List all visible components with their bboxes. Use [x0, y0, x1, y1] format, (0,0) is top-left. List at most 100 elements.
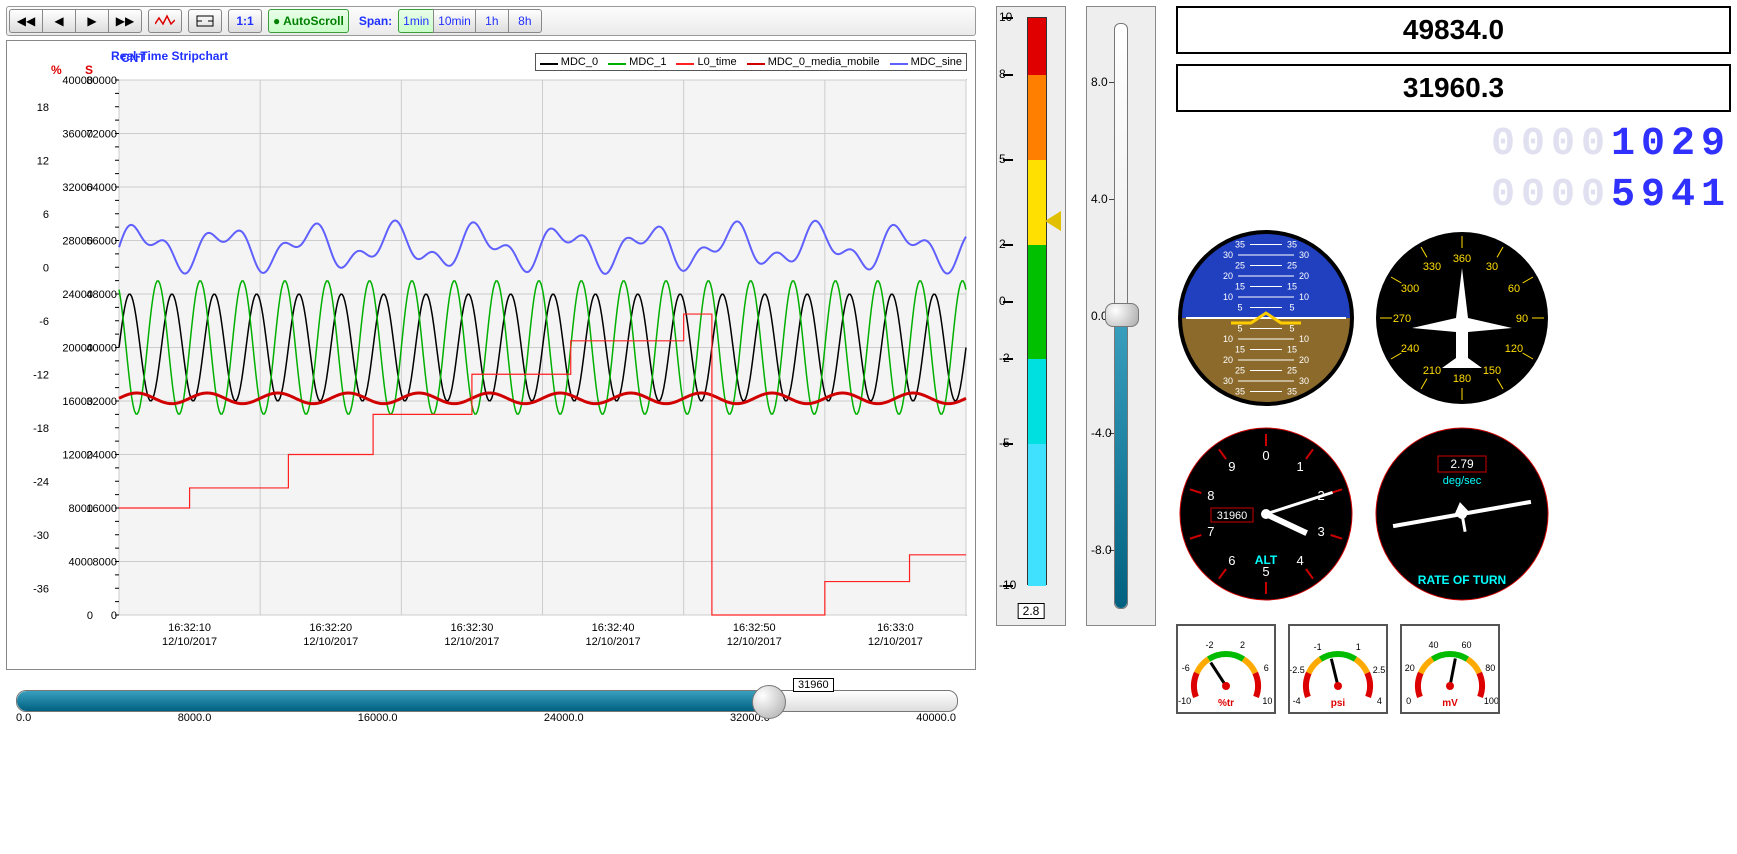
- svg-text:10: 10: [1223, 292, 1233, 302]
- rewind-button[interactable]: ◀: [42, 9, 75, 33]
- svg-text:30: 30: [1223, 376, 1233, 386]
- hslider-value: 31960: [793, 678, 834, 692]
- svg-text:48000: 48000: [86, 289, 117, 301]
- svg-text:72000: 72000: [86, 129, 117, 141]
- svg-text:30: 30: [1223, 250, 1233, 260]
- svg-text:15: 15: [1287, 345, 1297, 355]
- svg-text:5: 5: [1237, 303, 1242, 313]
- svg-text:0: 0: [87, 610, 93, 622]
- svg-text:2.5: 2.5: [1373, 665, 1386, 675]
- svg-text:deg/sec: deg/sec: [1443, 475, 1482, 487]
- vbar-gauge: 108520-2-5-10 2.8: [996, 6, 1066, 626]
- svg-text:-6: -6: [1182, 663, 1190, 673]
- svg-text:5: 5: [1289, 303, 1294, 313]
- svg-text:360: 360: [1453, 253, 1471, 265]
- svg-text:25: 25: [1287, 261, 1297, 271]
- svg-text:10: 10: [1262, 696, 1272, 706]
- svg-text:30: 30: [1299, 250, 1309, 260]
- svg-text:RATE OF TURN: RATE OF TURN: [1418, 573, 1506, 587]
- svg-text:12/10/2017: 12/10/2017: [303, 636, 358, 648]
- svg-text:1: 1: [1356, 642, 1361, 652]
- svg-text:2: 2: [1240, 640, 1245, 650]
- span-label: Span:: [359, 14, 392, 28]
- span-8h-button[interactable]: 8h: [508, 9, 542, 33]
- svg-text:6: 6: [1264, 663, 1269, 673]
- svg-text:32000: 32000: [86, 396, 117, 408]
- svg-text:240: 240: [1401, 343, 1419, 355]
- svg-text:0: 0: [1406, 696, 1411, 706]
- hslider[interactable]: 31960 0.08000.016000.024000.032000.04000…: [6, 690, 976, 724]
- svg-text:12/10/2017: 12/10/2017: [444, 636, 499, 648]
- svg-text:mV: mV: [1442, 698, 1458, 709]
- svg-text:0: 0: [43, 262, 49, 274]
- svg-text:16:33:0: 16:33:0: [877, 622, 914, 634]
- svg-text:16:32:40: 16:32:40: [592, 622, 635, 634]
- svg-text:60: 60: [1508, 283, 1520, 295]
- svg-text:25: 25: [1287, 366, 1297, 376]
- rewind-fast-button[interactable]: ◀◀: [9, 9, 42, 33]
- svg-text:7: 7: [1207, 524, 1214, 539]
- svg-text:0: 0: [111, 610, 117, 622]
- svg-text:40: 40: [1429, 640, 1439, 650]
- svg-text:ALT: ALT: [1255, 553, 1278, 567]
- svg-text:-12: -12: [33, 369, 49, 381]
- svg-text:25: 25: [1235, 366, 1245, 376]
- autoscroll-button[interactable]: ● AutoScroll: [268, 9, 349, 33]
- compass-dial: 306090120150180210240270300330360: [1372, 228, 1552, 408]
- vbar-value: 2.8: [1018, 603, 1045, 619]
- svg-text:5: 5: [1289, 324, 1294, 334]
- svg-text:-30: -30: [33, 530, 49, 542]
- alt-dial: 012345678931960ALT: [1176, 424, 1356, 604]
- svg-text:80: 80: [1485, 663, 1495, 673]
- stripchart-icon[interactable]: [148, 9, 182, 33]
- chart[interactable]: % S CNT Real-Time Stripchart MDC_0 MDC_1…: [6, 40, 976, 670]
- svg-text:-2.5: -2.5: [1290, 665, 1305, 675]
- svg-text:-36: -36: [33, 583, 49, 595]
- svg-text:300: 300: [1401, 283, 1419, 295]
- scroll-lock-icon[interactable]: [188, 9, 222, 33]
- svg-text:12: 12: [37, 155, 49, 167]
- forward-fast-button[interactable]: ▶▶: [108, 9, 142, 33]
- svg-text:30: 30: [1486, 261, 1498, 273]
- svg-text:6: 6: [43, 209, 49, 221]
- svg-text:5: 5: [1237, 324, 1242, 334]
- attitude-dial: 3535303025252020151510105555101015152020…: [1176, 228, 1356, 408]
- svg-text:1: 1: [1296, 459, 1303, 474]
- svg-text:16:32:50: 16:32:50: [733, 622, 776, 634]
- forward-button[interactable]: ▶: [75, 9, 108, 33]
- vslider[interactable]: 8.04.00.0-4.0-8.0: [1086, 6, 1156, 626]
- span-1h-button[interactable]: 1h: [475, 9, 508, 33]
- svg-text:4: 4: [1377, 696, 1382, 706]
- svg-text:12/10/2017: 12/10/2017: [727, 636, 782, 648]
- svg-text:-1: -1: [1314, 642, 1322, 652]
- svg-text:16:32:20: 16:32:20: [309, 622, 352, 634]
- svg-text:10: 10: [1299, 292, 1309, 302]
- svg-text:18: 18: [37, 102, 49, 114]
- svg-text:35: 35: [1287, 240, 1297, 250]
- svg-text:12/10/2017: 12/10/2017: [868, 636, 923, 648]
- span-1min-button[interactable]: 1min: [398, 9, 433, 33]
- svg-text:10: 10: [1223, 334, 1233, 344]
- svg-text:4000: 4000: [69, 557, 93, 569]
- one-to-one-button[interactable]: 1:1: [228, 9, 262, 33]
- svg-text:25: 25: [1235, 261, 1245, 271]
- svg-text:2.79: 2.79: [1450, 457, 1474, 471]
- svg-text:20: 20: [1405, 663, 1415, 673]
- readout-big2: 31960.3: [1176, 64, 1731, 112]
- svg-text:15: 15: [1235, 345, 1245, 355]
- svg-text:24000: 24000: [86, 450, 117, 462]
- svg-text:20: 20: [1299, 355, 1309, 365]
- svg-text:9: 9: [1228, 459, 1235, 474]
- svg-text:16:32:30: 16:32:30: [451, 622, 494, 634]
- svg-text:0: 0: [1262, 448, 1269, 463]
- svg-text:8: 8: [1207, 488, 1214, 503]
- span-10min-button[interactable]: 10min: [433, 9, 475, 33]
- svg-text:180: 180: [1453, 373, 1471, 385]
- svg-text:-18: -18: [33, 423, 49, 435]
- svg-text:64000: 64000: [86, 182, 117, 194]
- svg-text:20: 20: [1299, 271, 1309, 281]
- svg-text:35: 35: [1235, 387, 1245, 397]
- svg-text:-2: -2: [1206, 640, 1214, 650]
- svg-text:20: 20: [1223, 355, 1233, 365]
- svg-text:-10: -10: [1178, 696, 1191, 706]
